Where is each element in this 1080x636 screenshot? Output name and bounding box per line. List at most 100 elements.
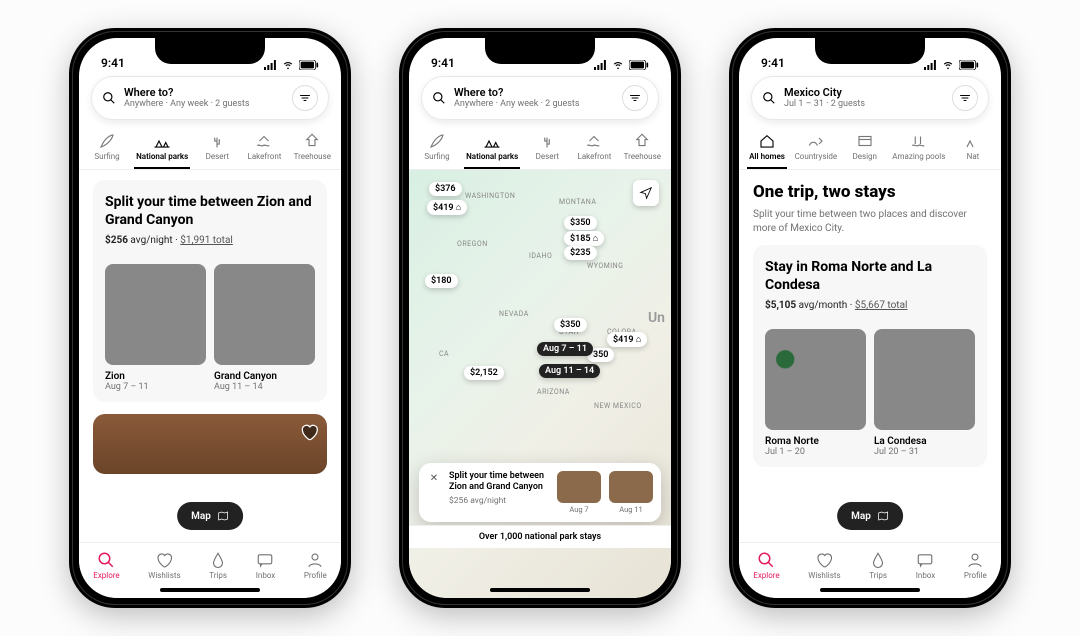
- cat-label: Treehouse: [294, 152, 331, 161]
- hero-title: One trip, two stays: [753, 182, 987, 202]
- split-stay-card[interactable]: Split your time between Zion and Grand C…: [93, 180, 327, 402]
- nav-profile[interactable]: Profile: [304, 551, 327, 580]
- category-desert[interactable]: Desert: [527, 128, 567, 169]
- content-area[interactable]: One trip, two stays Split your time betw…: [739, 170, 1001, 598]
- category-surfing[interactable]: Surfing: [417, 128, 457, 169]
- card-heading: Split your time between Zion and Grand C…: [105, 194, 315, 229]
- nav-label: Inbox: [256, 571, 276, 580]
- cat-label: Lakefront: [578, 152, 612, 161]
- map-toggle-button[interactable]: Map: [177, 502, 243, 530]
- map-price-pin[interactable]: $2,152: [464, 366, 504, 380]
- card-text: Split your time between Zion and Grand C…: [449, 471, 549, 514]
- stay-item[interactable]: Zion Aug 7 – 11: [105, 264, 206, 392]
- map-result-card[interactable]: ✕ Split your time between Zion and Grand…: [419, 463, 661, 522]
- map-state-label: CA: [439, 350, 449, 358]
- hero-subtitle: Split your time between two places and d…: [753, 208, 987, 235]
- search-bar[interactable]: Where to? Anywhere · Any week · 2 guests: [421, 76, 659, 120]
- nav-inbox[interactable]: Inbox: [916, 551, 936, 580]
- stay-item[interactable]: Grand Canyon Aug 11 – 14: [214, 264, 315, 392]
- stay-image-roma-norte: [765, 329, 866, 430]
- category-amazing-pools[interactable]: Amazing pools: [890, 128, 947, 169]
- heart-icon: [815, 551, 833, 569]
- nav-profile[interactable]: Profile: [964, 551, 987, 580]
- map-state-label: IDAHO: [529, 252, 552, 260]
- thumb-date: Aug 7: [569, 505, 588, 514]
- nav-explore[interactable]: Explore: [93, 551, 119, 580]
- nav-trips[interactable]: Trips: [209, 551, 227, 580]
- parks-icon: [153, 132, 171, 150]
- user-icon: [306, 551, 324, 569]
- nav-label: Trips: [869, 571, 887, 580]
- category-national-parks[interactable]: National parks: [134, 128, 190, 169]
- map-price-pin[interactable]: $350: [564, 216, 597, 230]
- nav-label: Trips: [209, 571, 227, 580]
- category-design[interactable]: Design: [845, 128, 885, 169]
- cellular-icon: [593, 60, 607, 70]
- status-time: 9:41: [101, 56, 125, 70]
- nav-wishlists[interactable]: Wishlists: [808, 551, 840, 580]
- stay-item[interactable]: Roma Norte Jul 1 – 20: [765, 329, 866, 457]
- card-heading: Stay in Roma Norte and La Condesa: [765, 259, 975, 294]
- split-stay-card[interactable]: Stay in Roma Norte and La Condesa $5,105…: [753, 245, 987, 467]
- map-state-label: WYOMING: [587, 262, 623, 270]
- category-desert[interactable]: Desert: [197, 128, 237, 169]
- map-price-pin[interactable]: $185 ⌂: [564, 231, 604, 246]
- category-treehouse[interactable]: Treehouse: [622, 128, 663, 169]
- map-price-pin[interactable]: $235: [564, 246, 597, 260]
- category-tabs: All homes Countryside Design Amazing poo…: [739, 126, 1001, 170]
- map-price-pin[interactable]: $419 ⌂: [607, 332, 647, 347]
- wifi-icon: [281, 60, 295, 70]
- chat-icon: [256, 551, 274, 569]
- map-container[interactable]: Un WASHINGTONMONTANAOREGONIDAHOWYOMINGNE…: [409, 170, 671, 598]
- close-card-button[interactable]: ✕: [427, 471, 441, 485]
- nav-inbox[interactable]: Inbox: [256, 551, 276, 580]
- map-price-pin[interactable]: $180: [425, 274, 458, 288]
- chat-icon: [916, 551, 934, 569]
- nav-wishlists[interactable]: Wishlists: [148, 551, 180, 580]
- screen-1: 9:41 Where to? Anywhere · Any week · 2 g…: [79, 38, 341, 598]
- wifi-icon: [611, 60, 625, 70]
- map-toggle-button[interactable]: Map: [837, 502, 903, 530]
- filter-button[interactable]: [292, 85, 318, 111]
- category-national-parks[interactable]: National parks: [464, 128, 520, 169]
- search-bar[interactable]: Where to? Anywhere · Any week · 2 guests: [91, 76, 329, 120]
- locate-icon: [639, 186, 653, 200]
- home-indicator[interactable]: [160, 588, 260, 592]
- search-title: Where to?: [124, 87, 284, 99]
- nav-trips[interactable]: Trips: [869, 551, 887, 580]
- search-bar[interactable]: Mexico City Jul 1 – 31 · 2 guests: [751, 76, 989, 120]
- map-price-pin[interactable]: Aug 7 – 11: [537, 342, 593, 356]
- listing-preview[interactable]: [93, 414, 327, 474]
- price-total: $5,667 total: [855, 300, 908, 311]
- stay-item[interactable]: La Condesa Jul 20 – 31: [874, 329, 975, 457]
- search-icon: [432, 91, 446, 105]
- category-lakefront[interactable]: Lakefront: [574, 128, 614, 169]
- search-title: Where to?: [454, 87, 614, 99]
- battery-icon: [299, 60, 319, 70]
- search-icon: [762, 91, 776, 105]
- category-all-homes[interactable]: All homes: [747, 128, 787, 169]
- category-surfing[interactable]: Surfing: [87, 128, 127, 169]
- price-mid: avg/month ·: [796, 300, 855, 311]
- map-price-pin[interactable]: Aug 11 – 14: [539, 364, 600, 378]
- map-price-pin[interactable]: $419 ⌂: [427, 200, 467, 215]
- map-price-pin[interactable]: $350: [554, 318, 587, 332]
- filter-icon: [629, 92, 641, 104]
- map-footer-summary[interactable]: Over 1,000 national park stays: [409, 525, 671, 548]
- map-price-pin[interactable]: $376: [429, 182, 462, 196]
- category-countryside[interactable]: Countryside: [793, 128, 840, 169]
- category-national-parks[interactable]: Nat: [953, 128, 993, 169]
- nav-explore[interactable]: Explore: [753, 551, 779, 580]
- filter-button[interactable]: [952, 85, 978, 111]
- stay-name: La Condesa: [874, 436, 975, 447]
- home-indicator[interactable]: [490, 588, 590, 592]
- home-indicator[interactable]: [820, 588, 920, 592]
- locate-me-button[interactable]: [633, 180, 659, 206]
- category-treehouse[interactable]: Treehouse: [292, 128, 333, 169]
- filter-button[interactable]: [622, 85, 648, 111]
- content-area[interactable]: Split your time between Zion and Grand C…: [79, 170, 341, 598]
- wishlist-heart-icon[interactable]: [299, 422, 319, 442]
- price-total: $1,991 total: [180, 235, 233, 246]
- card-thumb: Aug 11: [609, 471, 653, 514]
- category-lakefront[interactable]: Lakefront: [244, 128, 284, 169]
